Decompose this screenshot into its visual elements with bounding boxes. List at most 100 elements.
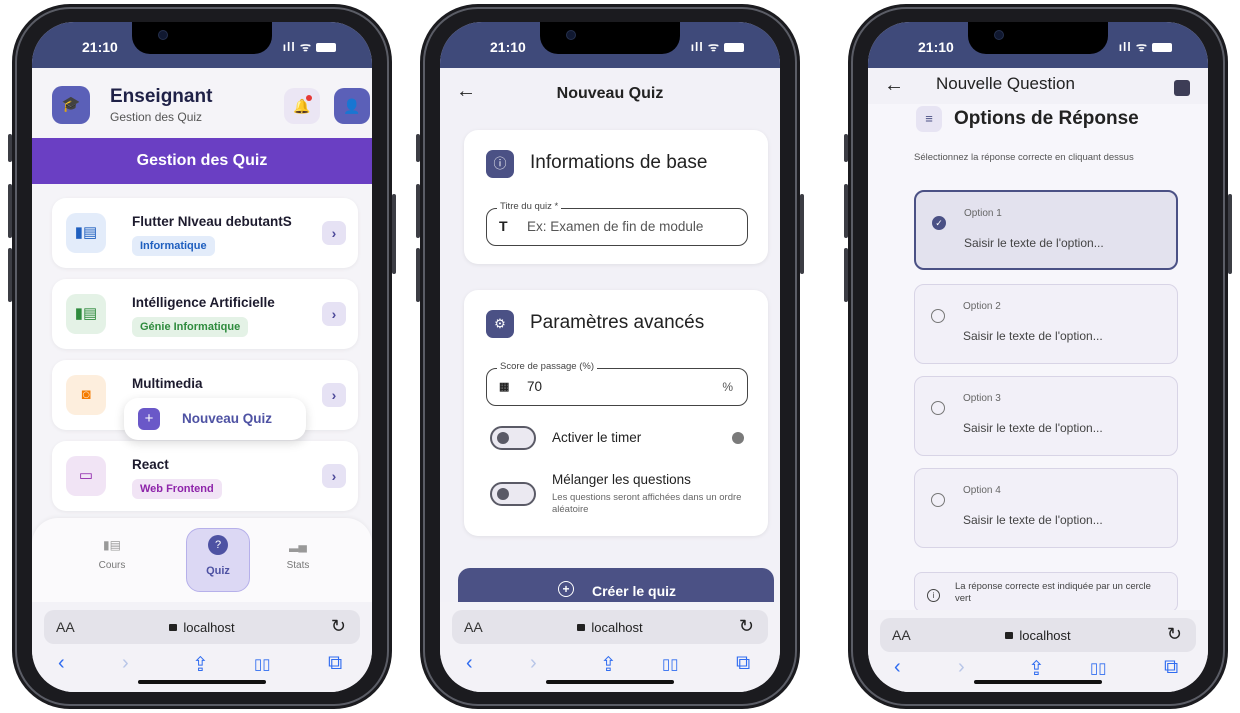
status-bar: 21:10 ıll ᯤ xyxy=(868,22,1208,68)
bar-chart-icon: ▂▄ xyxy=(289,538,307,552)
note-text: La réponse correcte est indiquée par un … xyxy=(955,581,1151,604)
new-quiz-label: Nouveau Quiz xyxy=(182,411,273,426)
reload-icon[interactable]: ↻ xyxy=(1167,624,1182,645)
header-title: Enseignant xyxy=(110,86,213,107)
timer-label: Activer le timer xyxy=(552,430,642,445)
graduation-cap-icon: 🎓 xyxy=(52,86,90,124)
app-bar: ← Nouveau Quiz xyxy=(440,68,780,120)
option-placeholder[interactable]: Saisir le texte de l'option... xyxy=(964,236,1104,250)
bookmarks-icon[interactable]: ▯▯ xyxy=(254,655,271,673)
answer-option[interactable]: Option 3 Saisir le texte de l'option... xyxy=(914,376,1178,456)
passing-score-field[interactable]: Score de passage (%) ▦ 70 % xyxy=(486,361,748,406)
course-category-badge: Génie Informatique xyxy=(132,317,249,337)
back-arrow-icon[interactable]: ← xyxy=(884,74,904,97)
answer-option[interactable]: Option 4 Saisir le texte de l'option... xyxy=(914,468,1178,548)
radio-icon[interactable] xyxy=(931,401,945,415)
course-category-badge: Web Frontend xyxy=(132,479,222,499)
share-icon[interactable]: ⇪ xyxy=(600,652,617,677)
course-card[interactable]: ▭ React Web Frontend › xyxy=(52,441,358,511)
course-title: Intélligence Artificielle xyxy=(132,295,275,310)
new-quiz-button[interactable]: + Nouveau Quiz xyxy=(124,398,306,440)
course-card[interactable]: ▮▤ Intélligence Artificielle Génie Infor… xyxy=(52,279,358,349)
address-bar[interactable]: AA localhost ↻ xyxy=(44,610,360,644)
bookmarks-icon[interactable]: ▯▯ xyxy=(1090,659,1107,677)
info-icon: i xyxy=(927,589,940,602)
course-card[interactable]: ▮▤ Flutter NIveau debutantS Informatique… xyxy=(52,198,358,268)
check-circle-icon[interactable]: ✓ xyxy=(932,216,946,230)
answer-option[interactable]: ✓ Option 1 Saisir le texte de l'option..… xyxy=(914,190,1178,270)
app-bar: ← Nouvelle Question xyxy=(868,68,1208,104)
section-banner: Gestion des Quiz xyxy=(32,138,372,184)
url-text: localhost xyxy=(591,620,643,635)
nav-quiz-label: Quiz xyxy=(206,565,230,577)
status-bar: 21:10 ıll ᯤ xyxy=(440,22,780,68)
radio-icon[interactable] xyxy=(931,309,945,323)
quiz-title-field[interactable]: Titre du quiz * T Ex: Examen de fin de m… xyxy=(486,201,748,246)
tabs-icon[interactable]: ⧉ xyxy=(328,652,342,675)
plus-icon: + xyxy=(138,408,160,430)
share-icon[interactable]: ⇪ xyxy=(1028,656,1045,681)
section-title: Paramètres avancés xyxy=(530,312,705,333)
shuffle-label: Mélanger les questions xyxy=(552,472,691,487)
address-bar[interactable]: AA localhost ↻ xyxy=(452,610,768,644)
notch xyxy=(540,22,680,54)
status-time: 21:10 xyxy=(918,39,954,55)
page-title: Nouveau Quiz xyxy=(556,85,664,102)
tabs-icon[interactable]: ⧉ xyxy=(1164,656,1178,679)
option-placeholder[interactable]: Saisir le texte de l'option... xyxy=(963,513,1103,527)
field-suffix: % xyxy=(722,380,733,394)
option-placeholder[interactable]: Saisir le texte de l'option... xyxy=(963,421,1103,435)
section-title: Options de Réponse xyxy=(954,108,1139,129)
nav-stats[interactable]: ▂▄ Stats xyxy=(268,538,328,571)
reload-icon[interactable]: ↻ xyxy=(739,616,754,637)
tabs-icon[interactable]: ⧉ xyxy=(736,652,750,675)
option-label: Option 2 xyxy=(963,301,1001,312)
info-icon: ⓘ xyxy=(486,150,514,178)
signal-wifi-battery-icons: ıll ᯤ xyxy=(691,38,744,55)
chevron-right-icon[interactable]: › xyxy=(322,464,346,488)
nav-stats-label: Stats xyxy=(286,560,310,571)
plus-circle-icon: + xyxy=(558,581,574,597)
camera-icon: ◙ xyxy=(66,375,106,415)
browser-toolbar: AA localhost ↻ ‹ › ⇪ ▯▯ ⧉ xyxy=(440,602,780,692)
back-icon[interactable]: ‹ xyxy=(58,652,65,675)
nav-cours[interactable]: ▮▤ Cours xyxy=(82,538,142,571)
chevron-right-icon[interactable]: › xyxy=(322,383,346,407)
phone-frame-1: 21:10 ıll ᯤ 🎓 Enseignant Gestion des Qui… xyxy=(8,4,396,709)
course-title: React xyxy=(132,457,169,472)
bookmarks-icon[interactable]: ▯▯ xyxy=(662,655,679,673)
forward-icon[interactable]: › xyxy=(530,652,537,675)
profile-button[interactable]: 👤 xyxy=(334,88,370,124)
nav-quiz[interactable]: ? Quiz xyxy=(186,528,250,592)
nav-cours-label: Cours xyxy=(98,560,126,571)
option-label: Option 3 xyxy=(963,393,1001,404)
status-time: 21:10 xyxy=(490,39,526,55)
chevron-right-icon[interactable]: › xyxy=(322,221,346,245)
option-placeholder[interactable]: Saisir le texte de l'option... xyxy=(963,329,1103,343)
lock-icon xyxy=(169,624,178,631)
timer-toggle[interactable] xyxy=(490,426,536,450)
shuffle-toggle[interactable] xyxy=(490,482,536,506)
url-text: localhost xyxy=(1019,628,1071,643)
browser-toolbar: AA localhost ↻ ‹ › ⇪ ▯▯ ⧉ xyxy=(868,610,1208,692)
forward-icon[interactable]: › xyxy=(958,656,965,679)
chevron-right-icon[interactable]: › xyxy=(322,302,346,326)
signal-wifi-battery-icons: ıll ᯤ xyxy=(1119,38,1172,55)
radio-icon[interactable] xyxy=(931,493,945,507)
reload-icon[interactable]: ↻ xyxy=(331,616,346,637)
save-icon[interactable] xyxy=(1174,80,1190,96)
header: 🎓 Enseignant Gestion des Quiz 🔔 👤 xyxy=(32,68,372,138)
share-icon[interactable]: ⇪ xyxy=(192,652,209,677)
answer-option[interactable]: Option 2 Saisir le texte de l'option... xyxy=(914,284,1178,364)
forward-icon[interactable]: › xyxy=(122,652,129,675)
address-bar[interactable]: AA localhost ↻ xyxy=(880,618,1196,652)
notification-bell-icon[interactable]: 🔔 xyxy=(284,88,320,124)
url-text: localhost xyxy=(183,620,235,635)
shuffle-help-text: Les questions seront affichées dans un o… xyxy=(552,492,742,515)
back-icon[interactable]: ‹ xyxy=(466,652,473,675)
bottom-navigation: ▮▤ Cours ? Quiz ▂▄ Stats xyxy=(32,518,372,602)
course-category-badge: Informatique xyxy=(132,236,215,256)
back-icon[interactable]: ‹ xyxy=(894,656,901,679)
settings-gear-icon: ⚙ xyxy=(486,310,514,338)
notch xyxy=(968,22,1108,54)
